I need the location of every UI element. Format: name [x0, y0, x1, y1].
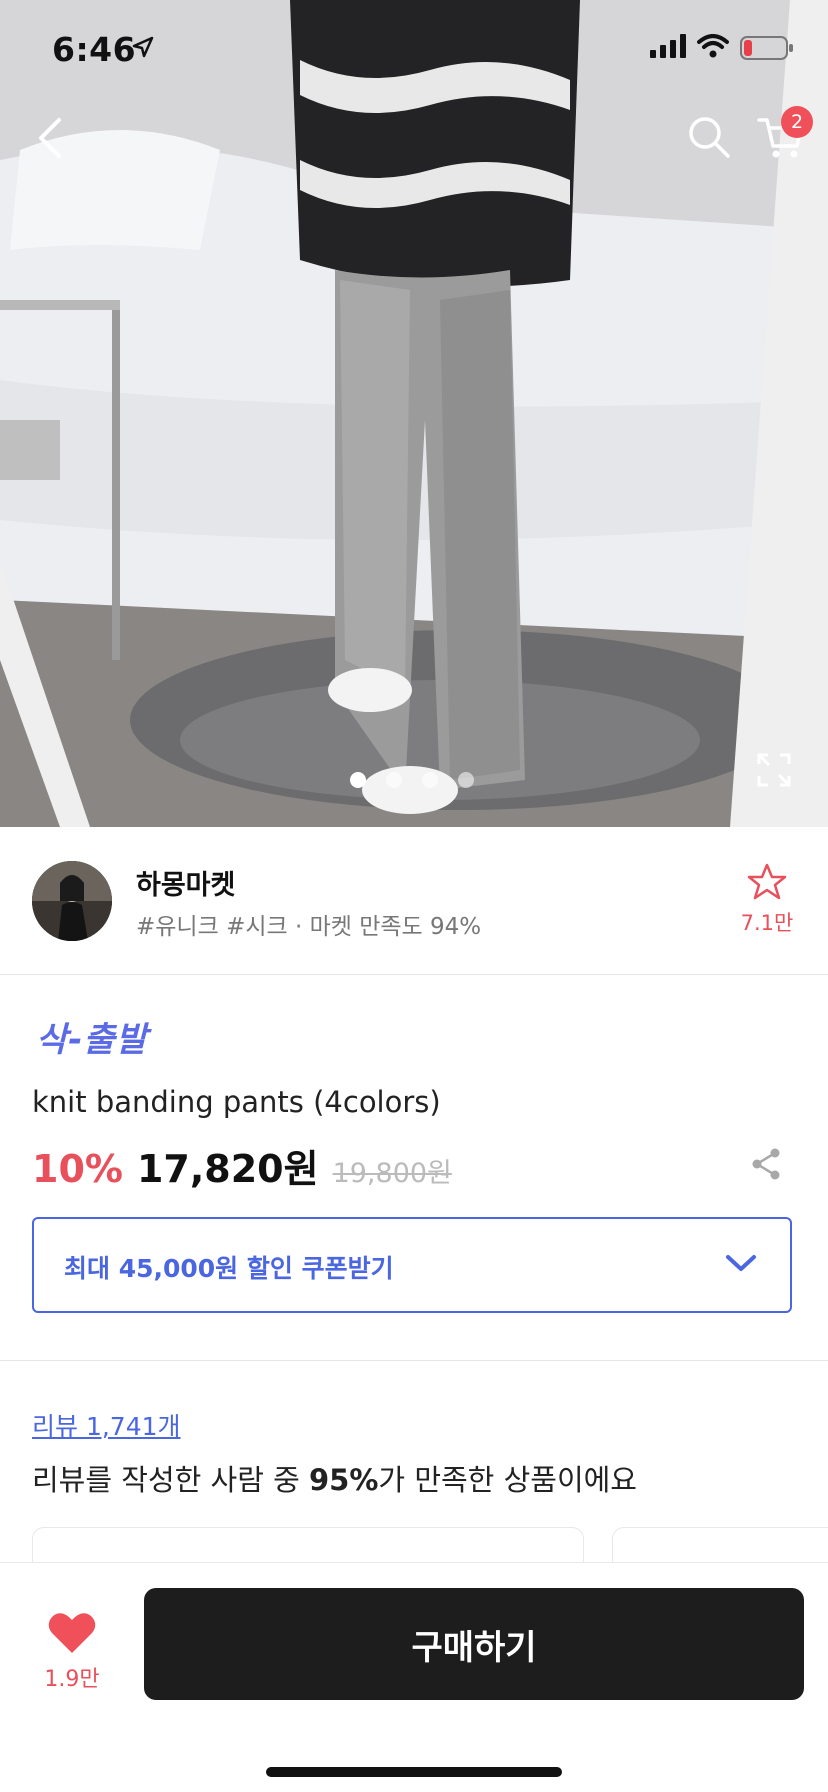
like-button[interactable]: 1.9만 — [38, 1611, 106, 1693]
image-pager[interactable] — [350, 772, 474, 788]
favorite-shop-button[interactable]: 7.1만 — [732, 863, 802, 937]
review-satisfaction-percent: 95% — [309, 1463, 379, 1497]
star-icon — [747, 863, 787, 900]
heart-icon — [48, 1613, 96, 1653]
bottom-action-bar: 1.9만 구매하기 — [0, 1562, 828, 1792]
battery-icon — [740, 36, 793, 60]
sale-price: 17,820원 — [136, 1147, 319, 1191]
price-row: 10% 17,820원 19,800원 — [32, 1138, 452, 1191]
expand-icon[interactable] — [756, 752, 792, 788]
review-summary-prefix: 리뷰를 작성한 사람 중 — [32, 1463, 309, 1497]
seller-avatar-image — [32, 861, 112, 941]
cart-badge: 2 — [781, 106, 813, 138]
status-bar: 6:46 — [0, 0, 828, 96]
favorite-count: 7.1만 — [740, 911, 794, 935]
back-icon — [39, 118, 61, 158]
review-count-link[interactable]: 리뷰 1,741개 — [32, 1407, 181, 1443]
buy-button[interactable]: 구매하기 — [144, 1588, 804, 1700]
signal-icon — [650, 34, 686, 58]
pager-dot-2[interactable] — [386, 772, 402, 788]
like-count: 1.9만 — [44, 1667, 100, 1692]
status-time: 6:46 — [52, 30, 137, 69]
location-arrow-icon — [132, 36, 154, 58]
review-summary-suffix: 가 만족한 상품이에요 — [378, 1463, 637, 1497]
original-price: 19,800원 — [332, 1158, 452, 1189]
wifi-icon — [697, 34, 729, 58]
pager-dot-4[interactable] — [458, 772, 474, 788]
coupon-label: 최대 45,000원 할인 쿠폰받기 — [64, 1254, 394, 1283]
seller-avatar[interactable] — [32, 861, 112, 941]
back-button[interactable] — [28, 110, 72, 166]
seller-name[interactable]: 하몽마켓 — [136, 863, 235, 902]
review-summary: 리뷰를 작성한 사람 중 95%가 만족한 상품이에요 — [32, 1457, 637, 1499]
pager-dot-1[interactable] — [350, 772, 366, 788]
discount-rate: 10% — [32, 1147, 123, 1191]
section-divider — [0, 1360, 828, 1361]
home-indicator — [266, 1767, 562, 1777]
seller-tags: #유니크 #시크 · 마켓 만족도 94% — [136, 914, 482, 940]
product-image[interactable]: 6:46 2 — [0, 0, 828, 827]
search-icon[interactable] — [684, 112, 734, 162]
share-icon[interactable] — [748, 1146, 784, 1182]
chevron-down-icon — [726, 1255, 756, 1271]
product-title: knit banding pants (4colors) — [32, 1085, 441, 1119]
coupon-button[interactable]: 최대 45,000원 할인 쿠폰받기 — [32, 1217, 792, 1313]
pager-dot-3[interactable] — [422, 772, 438, 788]
promo-label: 삭-출발 — [36, 1020, 148, 1060]
seller-row[interactable]: 하몽마켓 #유니크 #시크 · 마켓 만족도 94% 7.1만 — [0, 827, 828, 975]
